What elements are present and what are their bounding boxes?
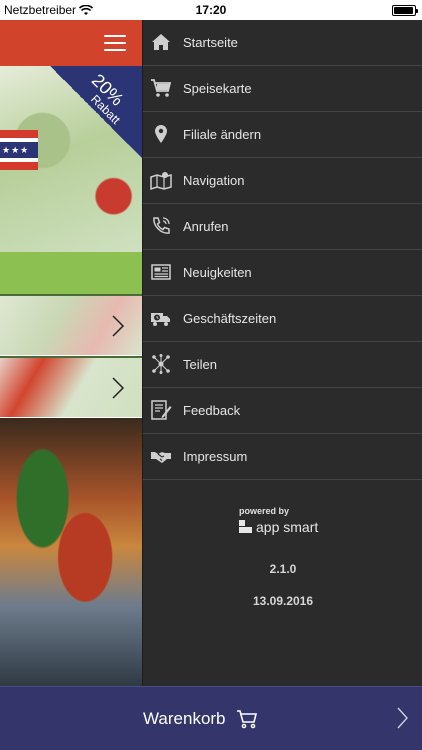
menu-item-teilen[interactable]: Teilen xyxy=(143,342,422,388)
hamburger-menu-icon[interactable] xyxy=(104,35,126,51)
shopping-cart-icon xyxy=(237,710,258,729)
chevron-right-icon xyxy=(112,377,125,399)
cart-label: Warenkorb xyxy=(143,709,226,728)
menu-item-filiale-aendern[interactable]: Filiale ändern xyxy=(143,112,422,158)
menu-item-startseite[interactable]: Startseite xyxy=(143,20,422,66)
menu-item-impressum[interactable]: Impressum xyxy=(143,434,422,480)
share-network-icon xyxy=(150,353,172,375)
delivery-truck-icon xyxy=(150,307,172,329)
menu-item-label: Startseite xyxy=(183,35,238,50)
green-banner[interactable] xyxy=(0,252,142,294)
flag-decoration: ★★★ xyxy=(0,130,38,170)
appsmart-logo-icon xyxy=(239,520,252,533)
cart-icon xyxy=(150,77,172,99)
list-item[interactable] xyxy=(0,358,142,418)
app-content: ★★★ 20% Rabatt xyxy=(0,20,142,686)
menu-item-label: Speisekarte xyxy=(183,81,252,96)
menu-item-label: Teilen xyxy=(183,357,217,372)
menu-item-label: Anrufen xyxy=(183,219,229,234)
menu-item-feedback[interactable]: Feedback xyxy=(143,388,422,434)
battery-icon xyxy=(392,5,418,16)
map-icon xyxy=(150,169,172,191)
app-version: 2.1.0 xyxy=(269,562,297,576)
location-pin-icon xyxy=(150,123,172,145)
powered-by-label: powered by xyxy=(239,506,290,516)
cart-bar[interactable]: Warenkorb xyxy=(0,686,422,750)
home-icon xyxy=(150,31,172,53)
flag-stars: ★★★ xyxy=(0,142,38,158)
discount-badge: 20% Rabatt xyxy=(50,66,142,158)
handshake-icon xyxy=(150,445,172,467)
appsmart-brand: app smart xyxy=(256,519,319,535)
status-time: 17:20 xyxy=(195,3,227,17)
chevron-right-icon[interactable] xyxy=(396,707,408,729)
menu-item-navigation[interactable]: Navigation xyxy=(143,158,422,204)
chevron-right-icon xyxy=(112,315,125,337)
appsmart-logo: app smart xyxy=(239,519,318,535)
menu-item-neuigkeiten[interactable]: Neuigkeiten xyxy=(143,250,422,296)
menu-item-anrufen[interactable]: Anrufen xyxy=(143,204,422,250)
newspaper-icon xyxy=(150,261,172,283)
menu-item-label: Neuigkeiten xyxy=(183,265,252,280)
menu-item-geschaeftszeiten[interactable]: Geschäftszeiten xyxy=(143,296,422,342)
phone-icon xyxy=(150,215,172,237)
pizza-image[interactable] xyxy=(0,418,142,686)
feedback-form-icon xyxy=(150,399,172,421)
menu-item-label: Geschäftszeiten xyxy=(183,311,277,326)
battery-level xyxy=(394,7,413,14)
menu-item-label: Feedback xyxy=(183,403,241,418)
menu-item-label: Navigation xyxy=(183,173,245,188)
menu-item-speisekarte[interactable]: Speisekarte xyxy=(143,66,422,112)
side-drawer: Startseite Speisekarte Filiale ändern Na… xyxy=(142,20,422,686)
status-bar: Netzbetreiber 17:20 xyxy=(0,0,422,20)
list-item[interactable] xyxy=(0,296,142,356)
app-date: 13.09.2016 xyxy=(252,594,314,608)
menu-item-label: Impressum xyxy=(183,449,248,464)
menu-item-label: Filiale ändern xyxy=(183,127,262,142)
app-header xyxy=(0,20,142,66)
